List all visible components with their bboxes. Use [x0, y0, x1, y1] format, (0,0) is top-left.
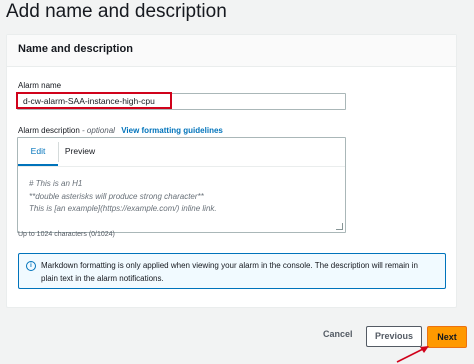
editor-placeholder: # This is an H1 **double asterisks will …	[29, 178, 217, 216]
annotation-arrow-icon	[396, 346, 429, 363]
placeholder-line: # This is an H1	[29, 179, 83, 188]
annotation-highlight-box	[16, 92, 172, 109]
editor-tab-bar: Edit Preview	[18, 138, 345, 167]
info-text: Markdown formatting is only applied when…	[41, 261, 418, 283]
name-description-panel: Name and description Alarm name d-cw-ala…	[6, 34, 457, 308]
alarm-description-label: Alarm description	[18, 126, 80, 135]
info-alert: i Markdown formatting is only applied wh…	[18, 253, 446, 289]
panel-header: Name and description	[7, 35, 456, 67]
tab-preview[interactable]: Preview	[60, 138, 100, 165]
formatting-guidelines-link[interactable]: View formatting guidelines	[121, 126, 223, 135]
optional-tag: - optional	[82, 126, 115, 135]
alarm-description-label-row: Alarm description - optional View format…	[18, 126, 223, 135]
cancel-button[interactable]: Cancel	[323, 329, 353, 339]
page-title: Add name and description	[6, 1, 227, 22]
tab-edit[interactable]: Edit	[18, 138, 58, 166]
character-count-hint: Up to 1024 characters (0/1024)	[18, 231, 115, 238]
info-icon: i	[26, 261, 36, 271]
placeholder-line: This is [an example](https://example.com…	[29, 204, 217, 213]
alarm-name-label: Alarm name	[18, 81, 62, 90]
placeholder-line: **double asterisks will produce strong c…	[29, 191, 204, 201]
resize-handle-icon[interactable]	[336, 223, 343, 230]
description-editor[interactable]: Edit Preview # This is an H1 **double as…	[17, 137, 346, 233]
panel-title: Name and description	[18, 43, 133, 55]
tab-divider	[58, 142, 59, 162]
